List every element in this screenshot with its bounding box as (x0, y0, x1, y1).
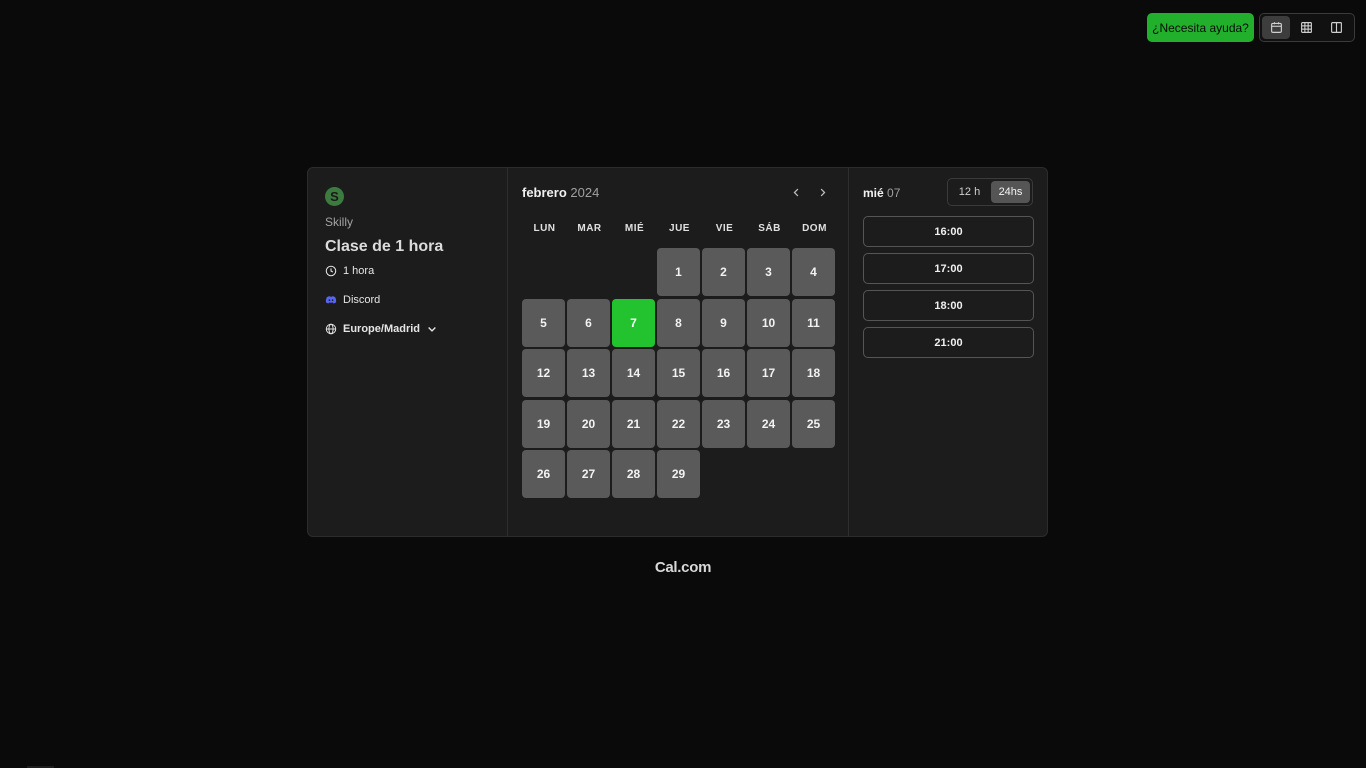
weekday-label: JUE (669, 223, 690, 234)
next-month-button[interactable] (814, 184, 830, 200)
day-button[interactable]: 14 (612, 349, 655, 398)
day-button[interactable]: 3 (747, 248, 790, 296)
time-format-option[interactable]: 24hs (991, 181, 1030, 203)
time-slot-button[interactable]: 17:00 (863, 253, 1034, 284)
day-button[interactable]: 20 (567, 399, 610, 448)
day-button[interactable]: 13 (567, 349, 610, 398)
avatar: S (325, 187, 344, 206)
day-button[interactable]: 27 (567, 450, 610, 499)
day-button[interactable]: 1 (657, 248, 700, 296)
time-format-option[interactable]: 12 h (950, 181, 989, 203)
year-label: 2024 (570, 185, 600, 200)
day-grid: 1 2 3 4 5 6 7 8 9 10 11 12 13 14 15 16 17 18 19 20 21 22 23 24 2… (522, 248, 835, 499)
month-name: febrero (522, 185, 567, 200)
grid-icon (1300, 22, 1312, 33)
selected-date-label: mié 07 (863, 186, 900, 200)
help-button[interactable]: ¿Necesita ayuda? (1147, 13, 1254, 42)
view-mode-switch (1259, 13, 1355, 42)
day-button[interactable]: 6 (567, 298, 610, 347)
day-button[interactable]: 5 (522, 298, 565, 347)
weekday-label: LUN (533, 223, 556, 234)
day-button[interactable]: 19 (522, 399, 565, 448)
empty-day-cell (567, 248, 610, 296)
weekday-label: MAR (577, 223, 602, 234)
discord-icon (325, 296, 337, 304)
event-location: Discord (325, 294, 380, 306)
chevron-left-icon (793, 188, 798, 196)
organizer-name: Skilly (325, 215, 354, 229)
selected-day-number: 07 (887, 186, 901, 200)
booking-widget: S Skilly Clase de 1 hora 1 hora Discord … (307, 167, 1048, 537)
week-view-button[interactable] (1292, 16, 1320, 39)
day-button[interactable]: 16 (702, 349, 745, 398)
empty-day-cell (522, 248, 565, 296)
day-button[interactable]: 23 (702, 399, 745, 448)
empty-day-cell (612, 248, 655, 296)
day-button[interactable]: 10 (747, 298, 790, 347)
duration-label: 1 hora (343, 265, 375, 277)
weekday-label: DOM (802, 223, 827, 234)
selected-weekday: mié (863, 186, 884, 200)
date-picker: febrero 2024 LUN MAR MIÉ JUE VIE SÁB DOM 12345… (508, 168, 849, 536)
chevron-down-icon (428, 327, 436, 332)
timezone-label: Europe/Madrid (343, 323, 421, 335)
previous-month-button[interactable] (788, 184, 804, 200)
day-button[interactable]: 2 (702, 248, 745, 296)
day-button[interactable]: 29 (657, 450, 700, 499)
day-button[interactable]: 21 (612, 399, 655, 448)
event-meta-panel: S Skilly Clase de 1 hora 1 hora Discord … (308, 168, 507, 536)
clock-icon (325, 265, 337, 277)
day-button[interactable]: 11 (792, 298, 835, 347)
time-slot-button[interactable]: 21:00 (863, 327, 1034, 358)
event-title: Clase de 1 hora (325, 238, 444, 255)
time-format-toggle: 12 h 24hs (947, 178, 1033, 206)
day-button[interactable]: 25 (792, 399, 835, 448)
day-button[interactable]: 4 (792, 248, 835, 296)
day-button[interactable]: 17 (747, 349, 790, 398)
calendar-icon (1270, 22, 1282, 33)
weekday-label: SÁB (758, 223, 781, 234)
day-button[interactable]: 28 (612, 450, 655, 499)
month-view-button[interactable] (1262, 16, 1290, 39)
weekday-label: MIÉ (624, 223, 645, 234)
day-button[interactable]: 22 (657, 399, 700, 448)
weekday-header: LUN MAR MIÉ JUE VIE SÁB DOM (522, 223, 837, 234)
time-slots-panel: mié 07 12 h 24hs 16:00 17:00 18:00 21:00 (849, 168, 1047, 536)
day-button[interactable]: 15 (657, 349, 700, 398)
day-button[interactable]: 24 (747, 399, 790, 448)
globe-icon (325, 323, 337, 335)
time-slot-button[interactable]: 16:00 (863, 216, 1034, 247)
day-button[interactable]: 8 (657, 298, 700, 347)
day-button[interactable]: 12 (522, 349, 565, 398)
weekday-label: VIE (715, 223, 734, 234)
day-button[interactable]: 18 (792, 349, 835, 398)
time-slot-button[interactable]: 18:00 (863, 290, 1034, 321)
selected-day-button[interactable]: 7 (612, 298, 655, 347)
column-view-button[interactable] (1322, 16, 1350, 39)
month-label: febrero 2024 (522, 185, 599, 200)
day-button[interactable]: 9 (702, 298, 745, 347)
chevron-right-icon (820, 188, 825, 196)
timezone-select[interactable]: Europe/Madrid (325, 323, 438, 335)
columns-icon (1330, 22, 1342, 33)
brand-logo[interactable]: Cal.com (0, 559, 1366, 576)
event-duration: 1 hora (325, 265, 374, 277)
location-label: Discord (343, 294, 381, 306)
day-button[interactable]: 26 (522, 450, 565, 499)
